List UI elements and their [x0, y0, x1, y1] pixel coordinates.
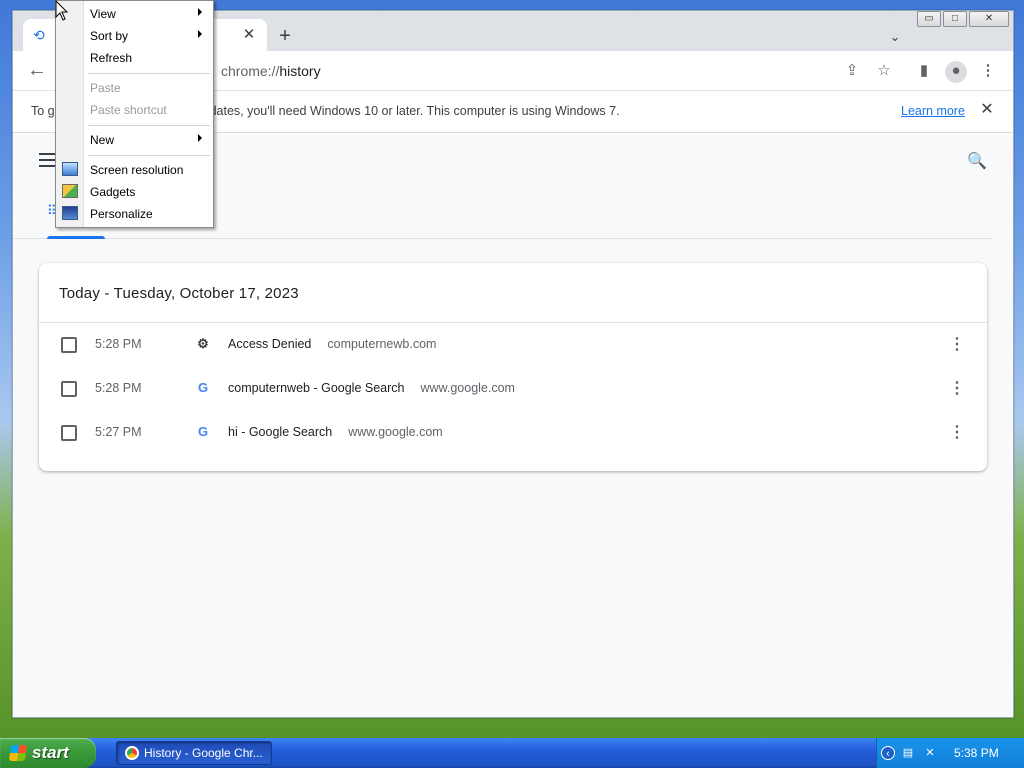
row-entry[interactable]: Access Denied computernewb.com — [228, 337, 436, 351]
url-text: chrome://history — [221, 63, 321, 79]
submenu-arrow-icon — [198, 30, 202, 38]
submenu-arrow-icon — [198, 8, 202, 16]
history-row[interactable]: 5:27 PM G hi - Google Search www.google.c… — [39, 411, 987, 455]
section-title: Today - Tuesday, October 17, 2023 — [59, 285, 299, 302]
windows-logo-icon — [8, 745, 28, 761]
menu-item-label: View — [90, 7, 116, 21]
new-tab-button[interactable]: + — [273, 25, 297, 49]
row-time: 5:28 PM — [95, 381, 142, 395]
menu-item-label: Screen resolution — [90, 163, 184, 177]
infobar-close-icon[interactable]: ✕ — [977, 100, 997, 120]
menu-item-label: Gadgets — [90, 185, 136, 199]
gadgets-icon — [62, 184, 78, 198]
row-checkbox[interactable] — [61, 381, 77, 397]
row-title[interactable]: Access Denied — [228, 337, 311, 351]
menu-item-label: Sort by — [90, 29, 129, 43]
row-entry[interactable]: hi - Google Search www.google.com — [228, 425, 443, 439]
side-panel-icon[interactable]: ▮ — [913, 61, 935, 83]
clock[interactable]: 5:38 PM — [954, 746, 999, 760]
taskbar: start History - Google Chr... ‹ ▤ ✕ 5:38… — [0, 738, 1024, 768]
screen-resolution-icon — [62, 162, 78, 176]
system-tray: ‹ ▤ ✕ 5:38 PM — [876, 738, 1024, 768]
chrome-icon — [125, 746, 139, 760]
minimize-button[interactable]: ▭ — [917, 11, 941, 27]
history-card: Today - Tuesday, October 17, 2023 5:28 P… — [39, 263, 987, 471]
more-actions-icon[interactable]: ⋮ — [947, 423, 967, 443]
row-checkbox[interactable] — [61, 337, 77, 353]
volume-muted-icon[interactable]: ✕ — [923, 746, 937, 760]
row-checkbox[interactable] — [61, 425, 77, 441]
network-icon[interactable]: ▤ — [901, 746, 915, 760]
row-entry[interactable]: computernweb - Google Search www.google.c… — [228, 381, 515, 395]
mouse-cursor-icon — [55, 0, 69, 21]
more-actions-icon[interactable]: ⋮ — [947, 379, 967, 399]
taskbar-item-label: History - Google Chr... — [144, 746, 263, 760]
submenu-arrow-icon — [198, 134, 202, 142]
generic-site-icon: ⚙ — [197, 336, 209, 351]
row-title[interactable]: computernweb - Google Search — [228, 381, 404, 395]
tab-search-button[interactable]: ⌄ — [883, 25, 907, 49]
menu-item-label: Refresh — [90, 51, 133, 65]
menu-item-view[interactable]: View — [56, 3, 213, 25]
google-icon: G — [197, 424, 209, 439]
menu-item-label: Paste — [90, 81, 121, 95]
personalize-icon — [62, 206, 78, 220]
row-time: 5:27 PM — [95, 425, 142, 439]
menu-item-gadgets[interactable]: Gadgets — [56, 181, 213, 203]
menu-item-label: Paste shortcut — [90, 103, 167, 117]
row-domain: www.google.com — [348, 425, 443, 439]
history-icon: ⟲ — [33, 27, 45, 43]
start-label: start — [32, 743, 69, 762]
google-icon: G — [197, 380, 209, 395]
row-domain: computernewb.com — [327, 337, 437, 351]
more-actions-icon[interactable]: ⋮ — [947, 335, 967, 355]
menu-item-label: New — [90, 133, 115, 147]
menu-item-screen-resolution[interactable]: Screen resolution — [56, 159, 213, 181]
share-icon[interactable]: ⇪ — [841, 61, 863, 83]
row-domain: www.google.com — [420, 381, 515, 395]
history-row[interactable]: 5:28 PM ⚙ Access Denied computernewb.com … — [39, 323, 987, 367]
history-row[interactable]: 5:28 PM G computernweb - Google Search ww… — [39, 367, 987, 411]
learn-more-link[interactable]: Learn more — [901, 104, 965, 118]
back-button[interactable]: ← — [25, 59, 49, 83]
browser-menu-icon[interactable]: ⋮ — [977, 61, 999, 83]
row-time: 5:28 PM — [95, 337, 142, 351]
menu-separator — [88, 155, 210, 156]
show-hidden-icons-icon[interactable]: ‹ — [881, 746, 895, 760]
bookmark-star-icon[interactable]: ☆ — [873, 61, 895, 83]
menu-item-paste: Paste — [56, 77, 213, 99]
row-title[interactable]: hi - Google Search — [228, 425, 332, 439]
profile-avatar-icon[interactable]: ● — [945, 61, 967, 83]
menu-separator — [88, 125, 210, 126]
active-tab-indicator — [47, 236, 105, 239]
menu-separator — [88, 73, 210, 74]
desktop-context-menu: View Sort by Refresh Paste Paste shortcu… — [55, 0, 214, 228]
tab-close-icon[interactable]: ✕ — [239, 25, 259, 45]
menu-item-new[interactable]: New — [56, 129, 213, 151]
close-window-button[interactable]: ✕ — [969, 11, 1009, 27]
menu-item-personalize[interactable]: Personalize — [56, 203, 213, 225]
menu-item-refresh[interactable]: Refresh — [56, 47, 213, 69]
menu-item-paste-shortcut: Paste shortcut — [56, 99, 213, 121]
search-icon[interactable]: 🔍 — [967, 151, 987, 171]
address-bar[interactable]: chrome://history — [203, 57, 893, 85]
window-controls: ▭ □ ✕ — [917, 11, 1009, 29]
maximize-button[interactable]: □ — [943, 11, 967, 27]
menu-item-sort-by[interactable]: Sort by — [56, 25, 213, 47]
taskbar-chrome-button[interactable]: History - Google Chr... — [116, 741, 272, 765]
start-button[interactable]: start — [0, 738, 96, 768]
menu-item-label: Personalize — [90, 207, 153, 221]
